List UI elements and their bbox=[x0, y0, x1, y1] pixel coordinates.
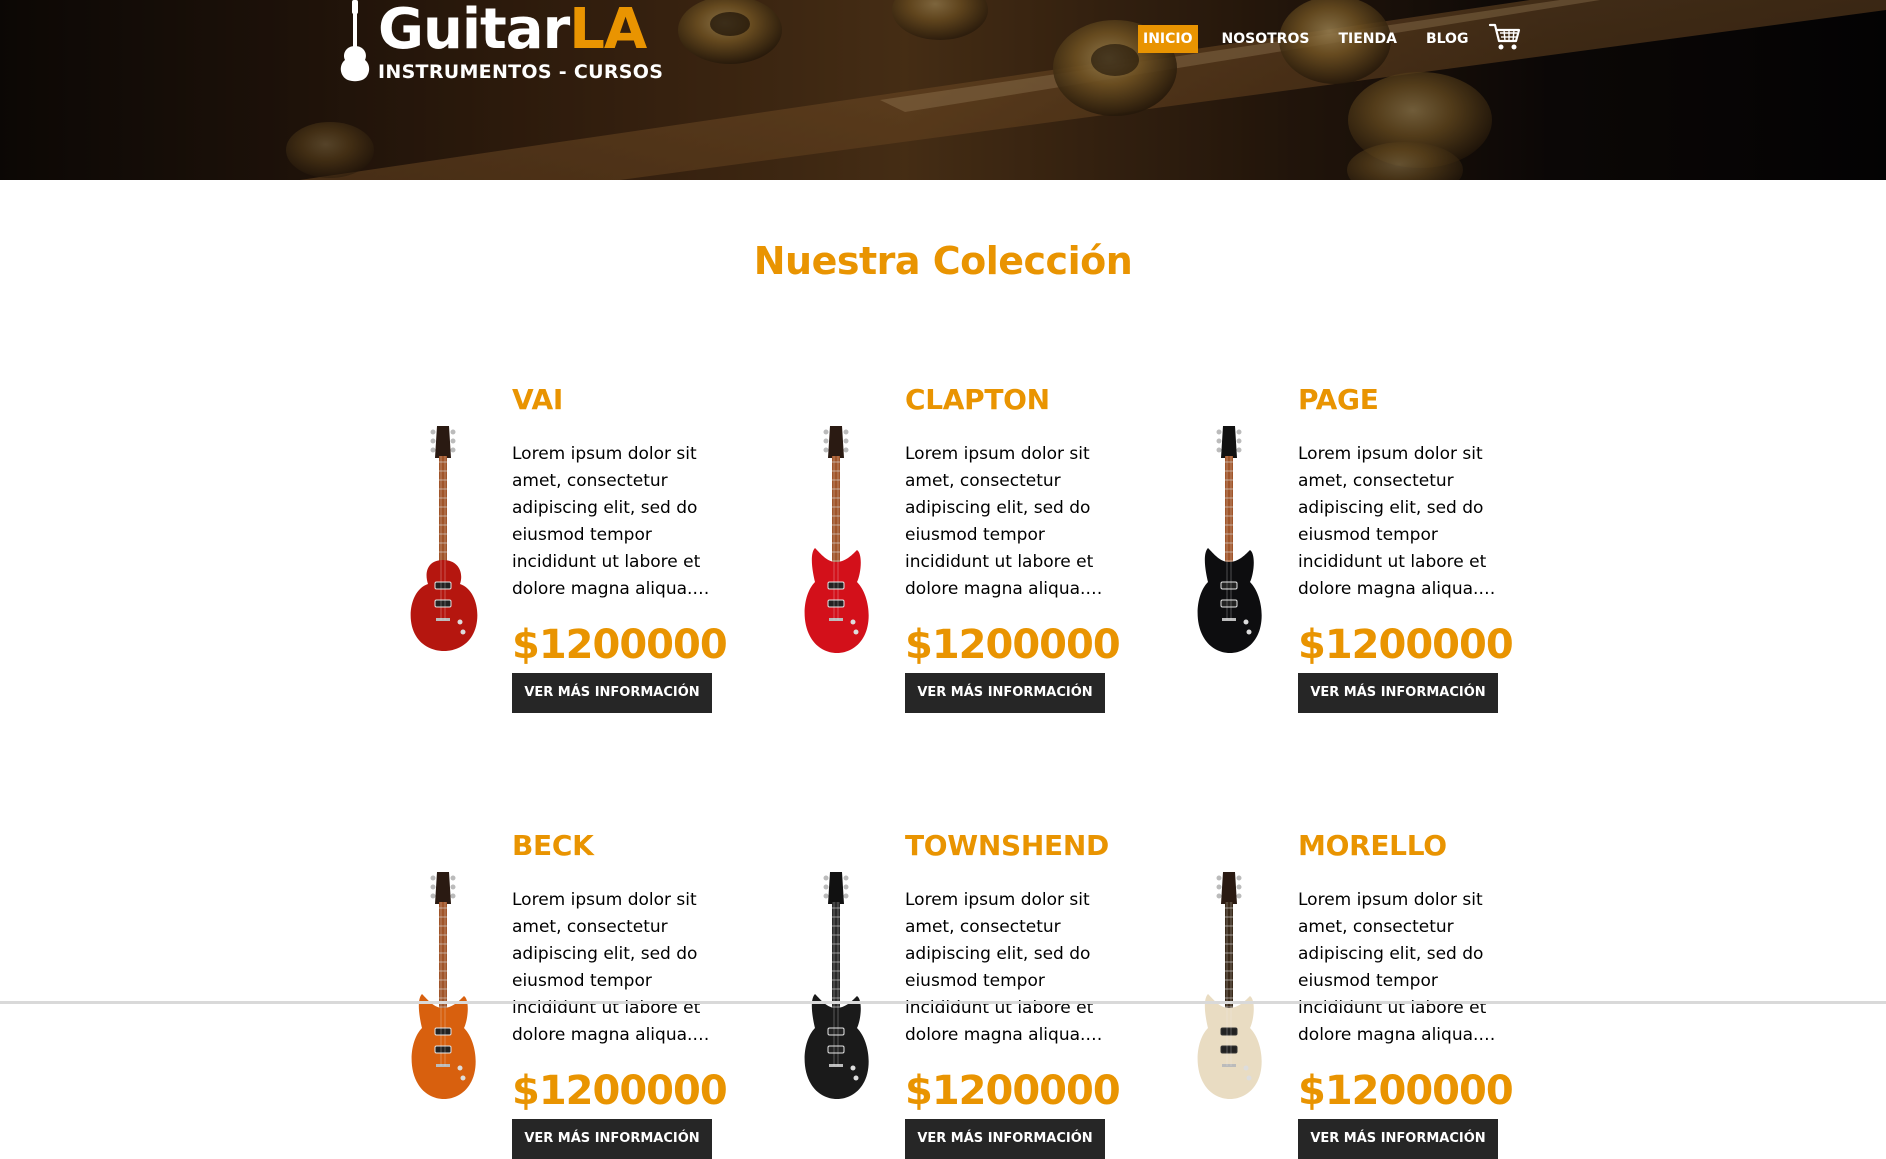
more-info-button[interactable]: VER MÁS INFORMACIÓN bbox=[512, 673, 712, 713]
guitar-neck bbox=[439, 902, 447, 1012]
guitar-image bbox=[804, 426, 869, 653]
guitar-headstock bbox=[435, 426, 451, 458]
guitar-neck bbox=[832, 902, 840, 1012]
product-description: Lorem ipsum dolor sit amet, consectetur … bbox=[1298, 444, 1487, 599]
product-name: MORELLO bbox=[1298, 829, 1447, 862]
guitar-headstock bbox=[1221, 426, 1237, 458]
product-price: $1200000 bbox=[905, 1068, 1121, 1114]
more-info-button[interactable]: VER MÁS INFORMACIÓN bbox=[905, 1119, 1105, 1159]
more-info-button[interactable]: VER MÁS INFORMACIÓN bbox=[1298, 1119, 1498, 1159]
guitar-headstock bbox=[828, 872, 844, 904]
product-price: $1200000 bbox=[1298, 1068, 1514, 1114]
product-description: Lorem ipsum dolor sit amet, consectetur … bbox=[512, 444, 701, 599]
guitar-neck bbox=[832, 456, 840, 566]
product-name: TOWNSHEND bbox=[905, 829, 1109, 862]
more-info-button[interactable]: VER MÁS INFORMACIÓN bbox=[512, 1119, 712, 1159]
guitar-neck bbox=[439, 456, 447, 566]
product-description: Lorem ipsum dolor sit amet, consectetur … bbox=[905, 890, 1094, 1045]
product-description: Lorem ipsum dolor sit amet, consectetur … bbox=[905, 444, 1094, 599]
guitar-neck bbox=[1225, 456, 1233, 566]
guitar-image bbox=[804, 872, 869, 1099]
guitar-headstock bbox=[1221, 872, 1237, 904]
guitar-image bbox=[1197, 426, 1262, 653]
product-price: $1200000 bbox=[905, 622, 1121, 668]
more-info-button[interactable]: VER MÁS INFORMACIÓN bbox=[905, 673, 1105, 713]
guitar-headstock bbox=[828, 426, 844, 458]
product-name: CLAPTON bbox=[905, 383, 1050, 416]
guitar-image bbox=[411, 872, 476, 1099]
product-name: PAGE bbox=[1298, 383, 1379, 416]
product-name: BECK bbox=[512, 829, 594, 862]
product-price: $1200000 bbox=[1298, 622, 1514, 668]
more-info-button[interactable]: VER MÁS INFORMACIÓN bbox=[1298, 673, 1498, 713]
guitar-image bbox=[410, 426, 478, 651]
product-name: VAI bbox=[512, 383, 563, 416]
guitar-headstock bbox=[435, 872, 451, 904]
product-grid: VAI Lorem ipsum dolor sit amet, consecte… bbox=[0, 0, 1886, 1159]
product-description: Lorem ipsum dolor sit amet, consectetur … bbox=[512, 890, 701, 1045]
guitar-neck bbox=[1225, 902, 1233, 1012]
product-description: Lorem ipsum dolor sit amet, consectetur … bbox=[1298, 890, 1487, 1045]
guitar-image bbox=[1197, 872, 1262, 1099]
product-price: $1200000 bbox=[512, 622, 728, 668]
product-price: $1200000 bbox=[512, 1068, 728, 1114]
